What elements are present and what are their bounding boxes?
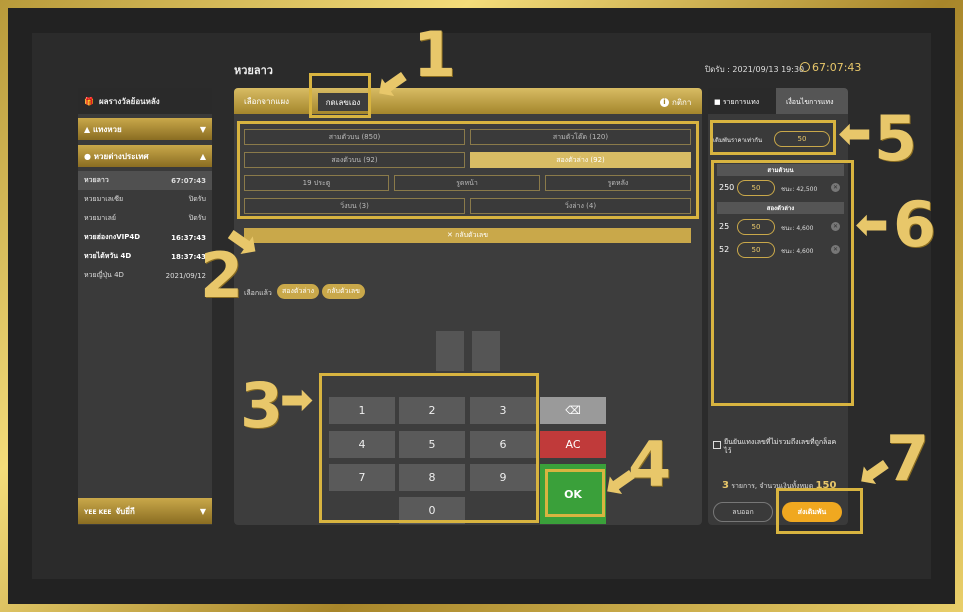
selected-label: เลือกแล้ว xyxy=(244,289,272,297)
sidebar-item-malay[interactable]: หวยมาเลย์ ปิดรับ xyxy=(78,209,212,228)
arrow-icon: ➡ xyxy=(280,377,314,423)
close-time: ปิดรับ : 2021/09/13 19:30 xyxy=(705,65,805,74)
arrow-icon: ⬅ xyxy=(838,111,872,157)
highlight-box xyxy=(711,160,854,406)
page-title: หวยลาว xyxy=(234,64,273,77)
confirm-locked[interactable]: ยืนยันแทงเลขที่ไม่รวมถึงเลขที่ถูกล็อคไว้ xyxy=(713,438,843,456)
highlight-box xyxy=(319,373,539,523)
clock-icon xyxy=(800,62,810,72)
sidebar-foreign[interactable]: ● หวยต่างประเทศ ▲ xyxy=(78,145,212,167)
chevron-down-icon: ▼ xyxy=(199,124,206,134)
info-icon: i xyxy=(660,98,669,107)
bet-tabs xyxy=(234,88,702,114)
countdown-timer: 67:07:43 xyxy=(812,61,862,74)
arrow-icon: ⬅ xyxy=(855,202,889,248)
chip-reverse[interactable]: กลับตัวเลข xyxy=(322,284,365,299)
sidebar-yeekee[interactable]: YEE KEE จับยี่กี ▼ xyxy=(78,498,212,524)
highlight-box xyxy=(710,120,836,155)
digit-slot xyxy=(472,331,500,371)
clear-all-button[interactable]: AC xyxy=(540,431,606,458)
highlight-box xyxy=(237,121,699,219)
chip-2-bottom[interactable]: สองตัวล่าง xyxy=(277,284,320,299)
sidebar-item-laos[interactable]: หวยลาว 67:07:43 xyxy=(78,171,212,190)
sidebar-list: หวยลาว 67:07:43 หวยมาเลเซีย ปิดรับ หวยมาเล… xyxy=(78,171,212,285)
sidebar-item-japan[interactable]: หวยญี่ปุ่น 4D 2021/09/12 xyxy=(78,266,212,285)
backspace-icon[interactable]: ⌫ xyxy=(540,397,606,424)
sidebar-item-malaysia[interactable]: หวยมาเลเซีย ปิดรับ xyxy=(78,190,212,209)
step-number: 3 xyxy=(240,369,284,442)
sidebar-item-hongkong[interactable]: หวยฮ่องกงVIP4D 16:37:43 xyxy=(78,228,212,247)
step-number: 6 xyxy=(893,188,937,261)
yeekee-logo: YEE KEE xyxy=(84,508,112,516)
tab-conditions[interactable]: เงื่อนไขการแทง xyxy=(786,97,834,108)
tab-bet-list[interactable]: ■ รายการแทง xyxy=(714,97,759,108)
globe-icon: ● xyxy=(84,151,94,161)
cart-icon: ■ xyxy=(714,98,723,106)
chevron-down-icon: ▼ xyxy=(199,506,206,516)
confirm-checkbox[interactable] xyxy=(713,441,721,449)
reverse-number-button[interactable]: ✕ กลับตัวเลข xyxy=(244,228,691,243)
highlight-box xyxy=(309,73,371,118)
clear-button[interactable]: ลบออก xyxy=(713,502,773,522)
sidebar-lottery[interactable]: ▲ แทงหวย ▼ xyxy=(78,118,212,140)
highlight-box xyxy=(776,488,863,534)
gift-icon: 🎁 xyxy=(84,96,94,106)
digit-slot xyxy=(436,331,464,371)
rules-link[interactable]: i กติกา xyxy=(660,96,691,109)
step-number: 5 xyxy=(874,102,918,175)
lottery-icon: ▲ xyxy=(84,124,93,134)
tab-panel-select[interactable]: เลือกจากแผง xyxy=(244,95,289,108)
chevron-up-icon: ▲ xyxy=(199,151,206,161)
sidebar-item-taiwan[interactable]: หวยไต้หวัน 4D 18:37:43 xyxy=(78,247,212,266)
step-number: 1 xyxy=(413,18,457,91)
sidebar-results[interactable]: 🎁 ผลรางวัลย้อนหลัง xyxy=(78,88,212,114)
